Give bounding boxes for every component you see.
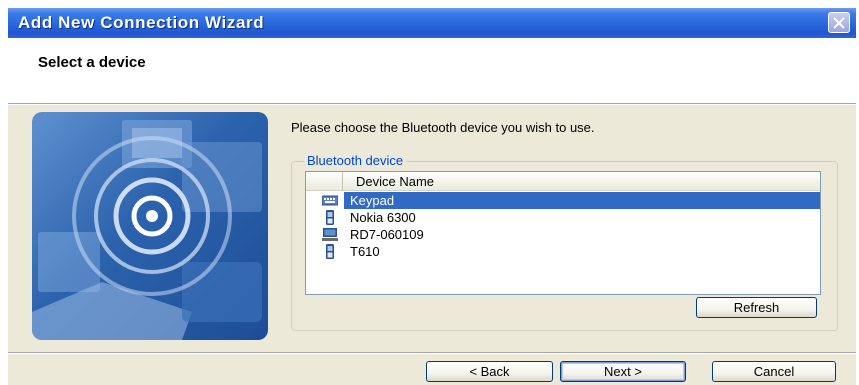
phone-icon — [326, 244, 334, 259]
device-name: Keypad — [350, 193, 395, 208]
device-name: RD7-060109 — [350, 227, 424, 242]
close-icon — [833, 16, 845, 29]
device-name: T610 — [350, 244, 380, 259]
device-row-nokia-6300[interactable]: Nokia 6300 — [306, 209, 820, 226]
device-name: Nokia 6300 — [350, 210, 416, 225]
list-header: Device Name — [306, 172, 820, 191]
column-header-device-name[interactable]: Device Name — [344, 172, 820, 190]
computer-icon — [322, 228, 338, 241]
next-button[interactable]: Next > — [560, 361, 686, 382]
selection-highlight — [344, 192, 820, 209]
keyboard-icon — [322, 195, 338, 206]
title-bar[interactable]: Add New Connection Wizard — [8, 8, 856, 38]
bluetooth-wizard-illustration — [32, 120, 262, 340]
device-row-rd7-060109[interactable]: RD7-060109 — [306, 226, 820, 243]
back-button[interactable]: < Back — [426, 361, 553, 382]
group-label: Bluetooth device — [304, 153, 407, 168]
device-row-t610[interactable]: T610 — [306, 243, 820, 260]
close-button[interactable] — [828, 12, 850, 33]
cancel-button[interactable]: Cancel — [712, 361, 836, 382]
wizard-graphic — [32, 112, 268, 340]
wizard-window: Add New Connection Wizard Select a devic… — [8, 8, 856, 385]
refresh-button[interactable]: Refresh — [696, 297, 817, 318]
wizard-header: Select a device — [8, 38, 856, 104]
phone-icon — [326, 210, 334, 225]
window-title: Add New Connection Wizard — [18, 13, 265, 32]
column-header-label: Device Name — [356, 174, 435, 189]
footer-divider-highlight — [8, 353, 856, 354]
device-row-keypad[interactable]: Keypad — [306, 192, 820, 209]
header-divider — [8, 104, 856, 105]
page-title: Select a device — [38, 54, 146, 71]
column-header-icon[interactable] — [306, 172, 343, 190]
device-list[interactable]: Device Name Keypad Nokia 6300 RD7-060109… — [305, 171, 821, 295]
instruction-text: Please choose the Bluetooth device you w… — [291, 120, 595, 135]
